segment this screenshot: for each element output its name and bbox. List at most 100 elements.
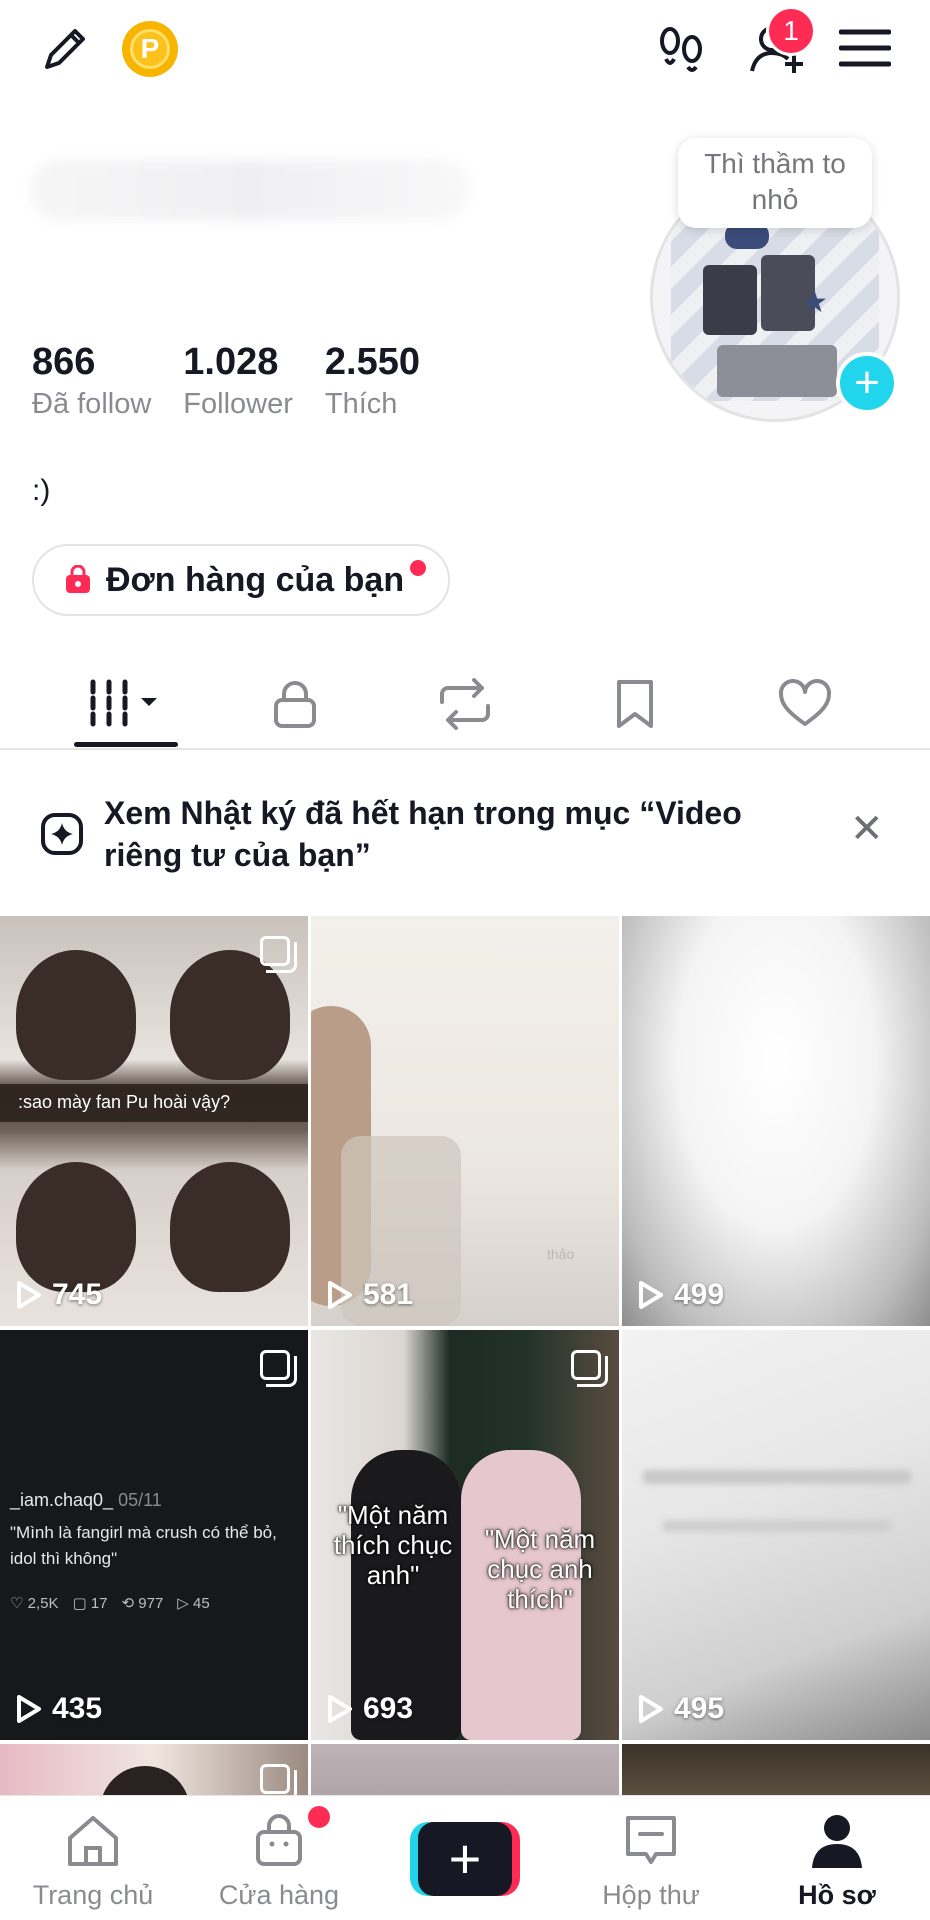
- likes-label: Thích: [324, 388, 398, 420]
- profile-icon: [812, 1815, 862, 1868]
- view-count-text: 693: [363, 1692, 414, 1725]
- multi-photo-icon: [260, 1350, 297, 1387]
- view-count-text: 495: [674, 1692, 725, 1725]
- coin-letter: P: [130, 29, 170, 69]
- top-bar: P 1: [0, 0, 930, 100]
- thumb-blur-line: [662, 1520, 892, 1532]
- overlay-text-right: "Một năm chục anh thích": [484, 1524, 596, 1614]
- following-stat[interactable]: 866 Đã follow: [32, 340, 151, 421]
- video-thumbnail[interactable]: 499: [622, 916, 930, 1326]
- view-count-text: 745: [52, 1278, 103, 1311]
- edit-pencil-icon[interactable]: [30, 18, 100, 80]
- avatar-photo: [717, 345, 837, 397]
- avatar-photo: [703, 265, 757, 335]
- bio-text: :): [32, 474, 51, 507]
- expired-diary-banner[interactable]: Xem Nhật ký đã hết hạn trong mục “Video …: [0, 782, 930, 912]
- quote-username: _iam.chaq0_: [10, 1490, 114, 1510]
- view-count-text: 499: [674, 1278, 725, 1311]
- banner-text: Xem Nhật ký đã hết hạn trong mục “Video …: [104, 795, 742, 873]
- nav-home[interactable]: Trang chủ: [0, 1810, 186, 1911]
- video-caption: :sao mày fan Pu hoài vậy?: [18, 1092, 231, 1112]
- thumb-figure: [16, 950, 136, 1080]
- view-count-text: 435: [52, 1692, 103, 1725]
- nav-inbox[interactable]: Hộp thư: [558, 1810, 744, 1911]
- quote-reposts: 977: [138, 1595, 164, 1612]
- nav-home-label: Trang chủ: [32, 1880, 154, 1910]
- profile-tabs: [0, 660, 930, 750]
- profile-stats: 866 Đã follow 1.028 Follower 2.550 Thích: [32, 340, 420, 421]
- nav-profile-label: Hồ sơ: [798, 1880, 876, 1910]
- orders-dot: [410, 560, 427, 576]
- tab-saved[interactable]: [550, 660, 720, 748]
- view-count: 581: [327, 1278, 413, 1312]
- followers-stat[interactable]: 1.028 Follower: [183, 340, 293, 421]
- quote-shares: 45: [193, 1595, 210, 1612]
- multi-photo-icon: [260, 936, 297, 973]
- inbox-icon: [626, 1816, 676, 1864]
- close-icon[interactable]: ✕: [850, 806, 884, 852]
- likes-count: 2.550: [324, 341, 420, 383]
- play-icon: [639, 1695, 663, 1723]
- blurred-username: [30, 160, 470, 220]
- bottom-nav: Trang chủ Cửa hàng + Hộp thư Hồ sơ: [0, 1795, 930, 1920]
- lock-icon: [274, 681, 316, 728]
- nav-inbox-label: Hộp thư: [602, 1880, 700, 1910]
- following-count: 866: [32, 341, 96, 383]
- nav-profile[interactable]: Hồ sơ: [744, 1810, 930, 1911]
- quote-text: "Mình là fangirl mà crush có thể bỏ, ido…: [10, 1523, 277, 1568]
- thumb-blur-line: [642, 1470, 912, 1484]
- followers-count: 1.028: [183, 341, 279, 383]
- active-tab-indicator: [74, 742, 178, 747]
- quote-likes: 2,5K: [27, 1595, 59, 1612]
- quote-comments: 17: [90, 1595, 108, 1612]
- heart-icon: [778, 679, 832, 726]
- following-label: Đã follow: [32, 388, 152, 420]
- menu-icon[interactable]: [836, 22, 894, 74]
- tab-private[interactable]: [210, 660, 380, 748]
- video-thumbnail[interactable]: thảo 581: [311, 916, 619, 1326]
- quote-stats: ♡ 2,5K ▢ 17 ⟲ 977 ▷ 45: [10, 1595, 210, 1612]
- shopping-bag-icon: [66, 565, 90, 593]
- video-thumbnail[interactable]: 495: [622, 1330, 930, 1740]
- grid-icon: [90, 679, 157, 729]
- likes-stat[interactable]: 2.550 Thích: [325, 340, 420, 421]
- play-icon: [639, 1281, 663, 1309]
- tab-liked[interactable]: [720, 660, 890, 748]
- orders-label: Đơn hàng của bạn: [106, 560, 405, 599]
- overlay-text-left: "Một năm thích chục anh": [333, 1500, 453, 1590]
- coin-icon[interactable]: P: [122, 21, 178, 77]
- view-count: 745: [16, 1278, 102, 1312]
- footprints-icon[interactable]: [648, 18, 716, 80]
- bookmark-icon: [617, 680, 653, 728]
- view-count: 435: [16, 1692, 102, 1726]
- thumb-figure: [16, 1162, 136, 1292]
- tab-reposts[interactable]: [380, 660, 550, 748]
- add-avatar-button[interactable]: +: [836, 352, 898, 414]
- play-icon: [17, 1695, 41, 1723]
- video-thumbnail[interactable]: "Một năm thích chục anh" "Một năm chục a…: [311, 1330, 619, 1740]
- play-icon: [17, 1281, 41, 1309]
- create-button[interactable]: +: [410, 1822, 520, 1896]
- notification-badge: 1: [766, 6, 816, 56]
- multi-photo-icon: [260, 1764, 297, 1801]
- home-icon: [68, 1816, 118, 1866]
- view-count-text: 581: [363, 1278, 414, 1311]
- multi-photo-icon: [571, 1350, 608, 1387]
- nav-shop[interactable]: Cửa hàng: [186, 1810, 372, 1911]
- quote-date: 05/11: [118, 1490, 162, 1510]
- play-icon: [328, 1281, 352, 1309]
- followers-label: Follower: [183, 388, 293, 420]
- video-watermark: thảo: [547, 1246, 575, 1262]
- video-thumbnail[interactable]: :sao mày fan Pu hoài vậy? 745: [0, 916, 308, 1326]
- orders-button[interactable]: Đơn hàng của bạn: [32, 544, 451, 616]
- view-count: 495: [638, 1692, 724, 1726]
- plus-icon: +: [418, 1822, 512, 1896]
- shop-bag-icon: [256, 1814, 302, 1866]
- play-icon: [328, 1695, 352, 1723]
- quote-user: _iam.chaq0_ 05/11: [10, 1490, 162, 1511]
- avatar-note-bubble[interactable]: Thì thầm to nhỏ: [678, 138, 872, 228]
- thumb-figure: [170, 1162, 290, 1292]
- repost-icon: [440, 678, 490, 730]
- tab-videos[interactable]: [40, 660, 210, 748]
- video-thumbnail[interactable]: _iam.chaq0_ 05/11 "Mình là fangirl mà cr…: [0, 1330, 308, 1740]
